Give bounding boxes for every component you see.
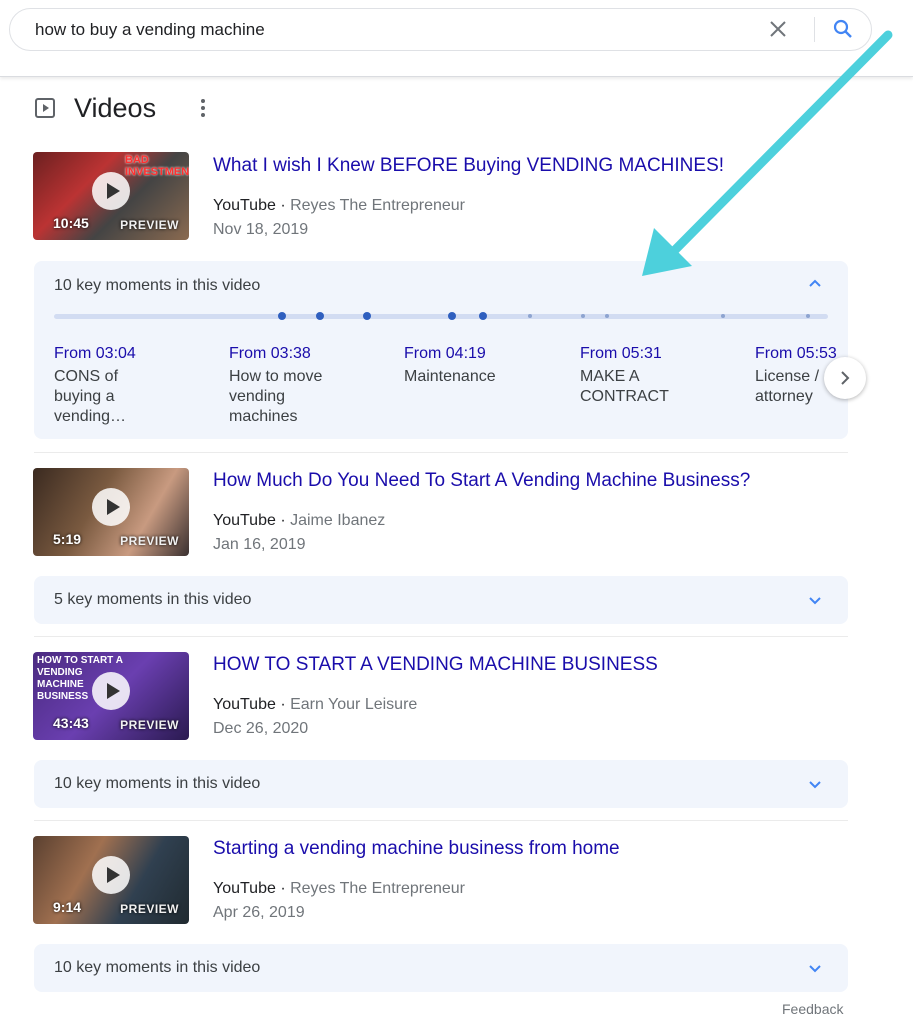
source-name: YouTube (213, 197, 276, 214)
more-options-icon[interactable] (198, 98, 208, 118)
key-moments-panel: 10 key moments in this video From 03:04 … (34, 261, 848, 439)
video-thumbnail[interactable]: 5:19 PREVIEW (33, 468, 189, 556)
timeline-marker[interactable] (448, 312, 456, 320)
key-moments-toggle[interactable]: 10 key moments in this video (54, 277, 260, 295)
moment-time[interactable]: From 03:04 (54, 345, 204, 363)
preview-label: PREVIEW (120, 534, 179, 548)
video-date: Dec 26, 2020 (213, 720, 309, 737)
timeline-marker[interactable] (363, 312, 371, 320)
feedback-link[interactable]: Feedback (782, 1001, 843, 1017)
annotation-arrow-icon (642, 30, 893, 276)
video-source: YouTube · Reyes The Entrepreneur (213, 197, 466, 214)
video-source: YouTube · Earn Your Leisure (213, 696, 418, 713)
chevron-down-icon[interactable] (808, 593, 822, 607)
preview-label: PREVIEW (120, 718, 179, 732)
section-title: Videos (74, 93, 157, 123)
timeline-marker[interactable] (278, 312, 286, 320)
video-title-link[interactable]: Starting a vending machine business from… (213, 838, 620, 860)
moment-label: Maintenance (404, 368, 496, 385)
timeline-marker[interactable] (605, 314, 609, 318)
chevron-down-icon[interactable] (808, 777, 822, 791)
key-moments-toggle[interactable]: 10 key moments in this video (54, 959, 260, 977)
video-date: Nov 18, 2019 (213, 221, 309, 238)
key-moment[interactable]: From 05:31 MAKE A CONTRACT (580, 345, 730, 407)
channel-name: Reyes The Entrepreneur (290, 880, 466, 897)
channel-name: Earn Your Leisure (290, 696, 418, 713)
play-icon[interactable] (92, 172, 130, 210)
key-moments-toggle[interactable]: 10 key moments in this video (54, 775, 260, 793)
video-thumbnail[interactable]: 9:14 PREVIEW (33, 836, 189, 924)
moment-label: License / attorney (755, 368, 820, 405)
divider (34, 636, 848, 637)
timeline-marker[interactable] (581, 314, 585, 318)
play-icon[interactable] (92, 672, 130, 710)
timeline-marker[interactable] (316, 312, 324, 320)
timeline-marker[interactable] (528, 314, 532, 318)
chevron-down-icon[interactable] (808, 961, 822, 975)
moment-label: CONS of buying a vending… (54, 368, 127, 425)
key-moments-bar[interactable]: 10 key moments in this video (34, 944, 848, 992)
key-moment[interactable]: From 04:19 Maintenance (404, 345, 554, 387)
divider (34, 452, 848, 453)
source-name: YouTube (213, 696, 276, 713)
key-moments-bar[interactable]: 5 key moments in this video (34, 576, 848, 624)
thumbnail-text: BAD INVESTMENT! (125, 154, 189, 178)
moment-time[interactable]: From 04:19 (404, 345, 554, 363)
video-thumbnail[interactable]: HOW TO START A VENDING MACHINE BUSINESS … (33, 652, 189, 740)
duration: 10:45 (53, 215, 89, 231)
divider (34, 820, 848, 821)
key-moments-bar[interactable]: 10 key moments in this video (34, 760, 848, 808)
play-icon[interactable] (92, 856, 130, 894)
duration: 9:14 (53, 899, 82, 915)
channel-name: Jaime Ibanez (290, 512, 386, 529)
timeline-marker[interactable] (806, 314, 810, 318)
video-source: YouTube · Reyes The Entrepreneur (213, 880, 466, 897)
moment-time[interactable]: From 05:31 (580, 345, 730, 363)
duration: 5:19 (53, 531, 82, 547)
chevron-right-icon (841, 371, 850, 385)
next-moments-button[interactable] (824, 357, 866, 399)
play-icon[interactable] (92, 488, 130, 526)
preview-label: PREVIEW (120, 902, 179, 916)
duration: 43:43 (53, 715, 89, 731)
key-moments-timeline[interactable] (54, 312, 828, 320)
moment-label: MAKE A CONTRACT (580, 368, 669, 405)
source-name: YouTube (213, 512, 276, 529)
video-title-link[interactable]: HOW TO START A VENDING MACHINE BUSINESS (213, 654, 658, 676)
search-input[interactable]: how to buy a vending machine (35, 20, 265, 40)
video-source: YouTube · Jaime Ibanez (213, 512, 386, 529)
video-date: Apr 26, 2019 (213, 904, 305, 921)
video-play-icon (35, 98, 55, 118)
key-moment[interactable]: From 03:38 How to move vending machines (229, 345, 379, 427)
source-name: YouTube (213, 880, 276, 897)
video-thumbnail[interactable]: BAD INVESTMENT! 10:45 PREVIEW (33, 152, 189, 240)
key-moment[interactable]: From 03:04 CONS of buying a vending… (54, 345, 204, 427)
timeline-marker[interactable] (479, 312, 487, 320)
video-date: Jan 16, 2019 (213, 536, 306, 553)
video-title-link[interactable]: How Much Do You Need To Start A Vending … (213, 470, 750, 492)
timeline-marker[interactable] (721, 314, 725, 318)
key-moments-toggle[interactable]: 5 key moments in this video (54, 591, 251, 609)
moment-time[interactable]: From 03:38 (229, 345, 379, 363)
moment-label: How to move vending machines (229, 368, 323, 425)
preview-label: PREVIEW (120, 218, 179, 232)
channel-name: Reyes The Entrepreneur (290, 197, 466, 214)
